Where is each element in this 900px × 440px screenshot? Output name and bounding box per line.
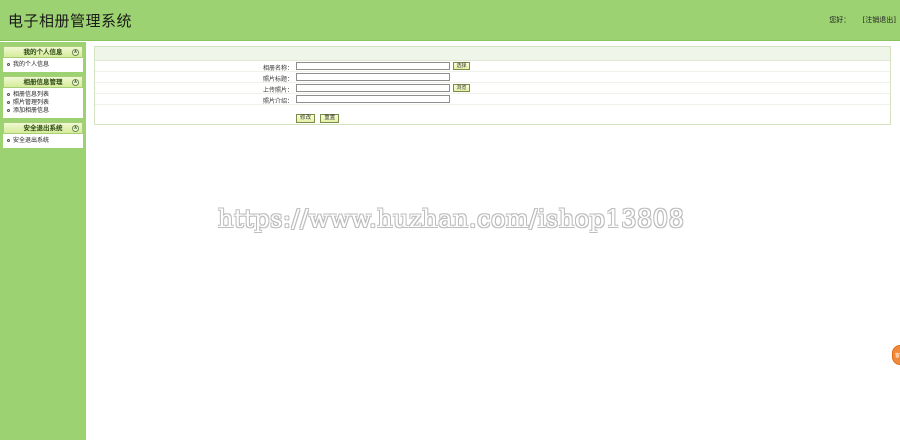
- select-album-button[interactable]: 选择: [453, 62, 470, 70]
- photo-title-label: 照片标题：: [262, 76, 293, 83]
- upload-photo-input[interactable]: [296, 84, 450, 92]
- menu-items-personal: 我的个人信息: [3, 58, 83, 72]
- sidebar-item-photo-list[interactable]: 照片管理列表: [7, 99, 81, 107]
- menu-group-exit: 安全退出系统 ∧ 安全退出系统: [3, 122, 83, 148]
- app-title: 电子相册管理系统: [8, 12, 133, 30]
- sidebar-item-label: 照片管理列表: [13, 99, 50, 106]
- menu-head-label: 相册信息管理: [23, 78, 63, 86]
- collapse-icon[interactable]: ∧: [72, 49, 79, 56]
- menu-items-exit: 安全退出系统: [3, 134, 83, 148]
- collapse-icon[interactable]: ∧: [72, 79, 79, 86]
- album-name-label: 相册名称：: [262, 65, 293, 72]
- form-row-upload: 上传照片： 浏览: [95, 83, 890, 94]
- photo-title-input[interactable]: [296, 73, 450, 81]
- menu-head-personal[interactable]: 我的个人信息 ∧: [3, 46, 83, 58]
- form-actions: 修改 重置: [296, 113, 342, 123]
- menu-items-album: 相册信息列表 照片管理列表 添加相册信息: [3, 88, 83, 118]
- menu-group-album: 相册信息管理 ∧ 相册信息列表 照片管理列表 添加相册信息: [3, 76, 83, 118]
- sidebar: 我的个人信息 ∧ 我的个人信息 相册信息管理 ∧ 相册信息列表 照片管理列表 添…: [0, 42, 86, 440]
- sidebar-item-my-info[interactable]: 我的个人信息: [7, 61, 81, 69]
- reset-button[interactable]: 重置: [320, 114, 340, 123]
- header-bar: 电子相册管理系统 您好： [注销退出]: [0, 0, 900, 41]
- menu-group-personal: 我的个人信息 ∧ 我的个人信息: [3, 46, 83, 72]
- form-top-bar: [95, 47, 890, 61]
- sidebar-item-album-list[interactable]: 相册信息列表: [7, 91, 81, 99]
- album-name-input[interactable]: [296, 62, 450, 70]
- collapse-icon[interactable]: ∧: [72, 125, 79, 132]
- menu-head-label: 安全退出系统: [23, 124, 63, 132]
- form-row-album: 相册名称： 选择: [95, 61, 890, 72]
- watermark-text: https://www.huzhan.com/ishop13808: [218, 205, 685, 233]
- menu-head-album[interactable]: 相册信息管理 ∧: [3, 76, 83, 88]
- form-row-intro: 照片介绍：: [95, 94, 890, 105]
- sidebar-item-label: 相册信息列表: [13, 91, 50, 98]
- logout-link[interactable]: [注销退出]: [863, 16, 896, 24]
- greeting-text: 您好：: [829, 16, 851, 24]
- menu-head-label: 我的个人信息: [23, 48, 63, 56]
- float-widget-label: 客服: [895, 353, 900, 359]
- photo-intro-label: 照片介绍：: [262, 98, 293, 105]
- sidebar-item-label: 安全退出系统: [13, 137, 50, 144]
- browse-button[interactable]: 浏览: [453, 84, 470, 92]
- bullet-icon: [7, 93, 10, 96]
- upload-photo-label: 上传照片：: [262, 87, 293, 94]
- header-user-area: 您好： [注销退出]: [829, 15, 896, 25]
- photo-edit-form: 相册名称： 选择 照片标题： 上传照片： 浏览 照片介绍： 修改 重置: [94, 46, 891, 125]
- submit-button[interactable]: 修改: [296, 114, 315, 123]
- bullet-icon: [7, 101, 10, 104]
- floating-help-widget[interactable]: 客服: [892, 345, 900, 365]
- sidebar-item-add-album[interactable]: 添加相册信息: [7, 107, 81, 115]
- bullet-icon: [7, 139, 10, 142]
- sidebar-item-label: 我的个人信息: [13, 61, 50, 68]
- form-row-title: 照片标题：: [95, 72, 890, 83]
- sidebar-item-label: 添加相册信息: [13, 107, 50, 114]
- photo-intro-input[interactable]: [296, 95, 450, 103]
- sidebar-item-exit[interactable]: 安全退出系统: [7, 137, 81, 145]
- menu-head-exit[interactable]: 安全退出系统 ∧: [3, 122, 83, 134]
- bullet-icon: [7, 109, 10, 112]
- bullet-icon: [7, 63, 10, 66]
